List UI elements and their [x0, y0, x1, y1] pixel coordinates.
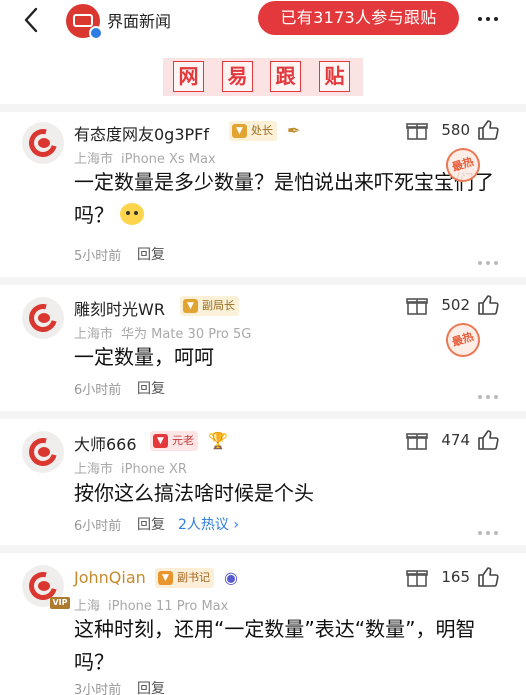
comment-item: 有态度网友0g3PFf ▼ 处长 ✒ 上海市 iPhone Xs Max 一定数量是… — [0, 112, 526, 277]
shield-icon: ▼ — [158, 571, 173, 585]
banner-char: 易 — [222, 61, 253, 92]
more-dots-icon[interactable] — [476, 684, 500, 692]
username[interactable]: 有态度网友0g3PFf — [74, 121, 209, 145]
verified-icon — [89, 26, 103, 40]
rank-badge: ▼ 副书记 — [155, 568, 214, 588]
location-device: 上海 iPhone 11 Pro Max — [74, 599, 229, 614]
comment-text: 按你这么搞法啥时候是个头 — [74, 481, 314, 505]
source-avatar[interactable] — [66, 4, 103, 40]
comment-text: 一定数量，呵呵 — [74, 345, 214, 369]
thumbs-up-icon[interactable] — [477, 294, 499, 316]
banner-char: 跟 — [270, 61, 301, 92]
chevron-left-icon[interactable] — [20, 6, 44, 34]
reply-button[interactable]: 回复 — [137, 678, 165, 695]
trophy-medal-icon: 🏆 — [208, 431, 228, 450]
more-dots-icon[interactable] — [476, 384, 500, 399]
rocket-medal-icon: ◉ — [224, 568, 238, 587]
banner-char: 贴 — [319, 61, 350, 92]
reply-button[interactable]: 回复 — [137, 244, 165, 264]
avatar[interactable] — [22, 122, 64, 164]
vip-badge: VIP — [50, 597, 70, 609]
avatar[interactable] — [22, 297, 64, 339]
location-device: 上海市 iPhone Xs Max — [74, 152, 216, 167]
more-dots-icon[interactable] — [476, 520, 500, 535]
rank-badge: ▼ 处长 — [229, 121, 277, 141]
rank-badge: ▼ 元老 — [150, 431, 198, 451]
gift-icon[interactable] — [406, 120, 428, 140]
shield-icon: ▼ — [153, 434, 168, 448]
comment-item: 雕刻时光WR ▼ 副局长 上海市 华为 Mate 30 Pro 5G 一定数量，呵呵… — [0, 285, 526, 411]
source-logo-icon — [73, 14, 93, 27]
section-divider — [0, 411, 526, 419]
gift-icon[interactable] — [406, 430, 428, 450]
vote-count: 580 — [441, 121, 470, 139]
source-name[interactable]: 界面新闻 — [107, 8, 171, 32]
shield-icon: ▼ — [183, 299, 198, 313]
location-device: 上海市 华为 Mate 30 Pro 5G — [74, 327, 252, 342]
top-bar: 界面新闻 已有3173人参与跟贴 — [0, 0, 526, 44]
avatar[interactable] — [22, 431, 64, 473]
gift-icon[interactable] — [406, 295, 428, 315]
comment-time: 5小时前 — [74, 249, 122, 264]
comment-time: 6小时前 — [74, 519, 122, 534]
username[interactable]: 大师666 — [74, 431, 137, 455]
comment-text: 一定数量是多少数量？是怕说出来吓死宝宝们了吗？ — [74, 170, 494, 227]
comment-item: VIP JohnQian ▼ 副书记 ◉ 上海 iPhone 11 Pro Max … — [0, 553, 526, 695]
comment-time: 6小时前 — [74, 383, 122, 398]
vote-count: 165 — [441, 568, 470, 586]
comment-time: 3小时前 — [74, 683, 122, 695]
shield-icon: ▼ — [232, 124, 247, 138]
banner-char: 网 — [173, 61, 204, 92]
username[interactable]: JohnQian — [74, 568, 146, 587]
more-dots-icon[interactable] — [476, 250, 500, 265]
username[interactable]: 雕刻时光WR — [74, 296, 165, 320]
thumbs-up-icon[interactable] — [477, 429, 499, 451]
thumbs-up-icon[interactable] — [477, 566, 499, 588]
comment-text: 这种时刻，还用“一定数量”表达“数量”，明智吗？ — [74, 617, 476, 674]
emoji-icon — [120, 203, 144, 225]
reply-button[interactable]: 回复 — [137, 514, 165, 534]
pen-medal-icon: ✒ — [287, 121, 301, 140]
more-dots-icon[interactable] — [476, 10, 500, 28]
hot-discussion-link[interactable]: 2人热议 › — [178, 514, 239, 534]
thumbs-up-icon[interactable] — [477, 119, 499, 141]
join-discussion-button[interactable]: 已有3173人参与跟贴 — [258, 1, 459, 35]
section-divider — [0, 104, 526, 112]
comment-item: 大师666 ▼ 元老 🏆 上海市 iPhone XR 按你这么搞法啥时候是个头 6小… — [0, 419, 526, 545]
vote-count: 502 — [441, 296, 470, 314]
section-divider — [0, 545, 526, 553]
netease-comments-banner: 网 易 跟 贴 — [163, 58, 363, 96]
reply-button[interactable]: 回复 — [137, 378, 165, 398]
rank-badge: ▼ 副局长 — [180, 296, 239, 316]
section-divider — [0, 277, 526, 285]
location-device: 上海市 iPhone XR — [74, 462, 187, 477]
vote-count: 474 — [441, 431, 470, 449]
gift-icon[interactable] — [406, 567, 428, 587]
